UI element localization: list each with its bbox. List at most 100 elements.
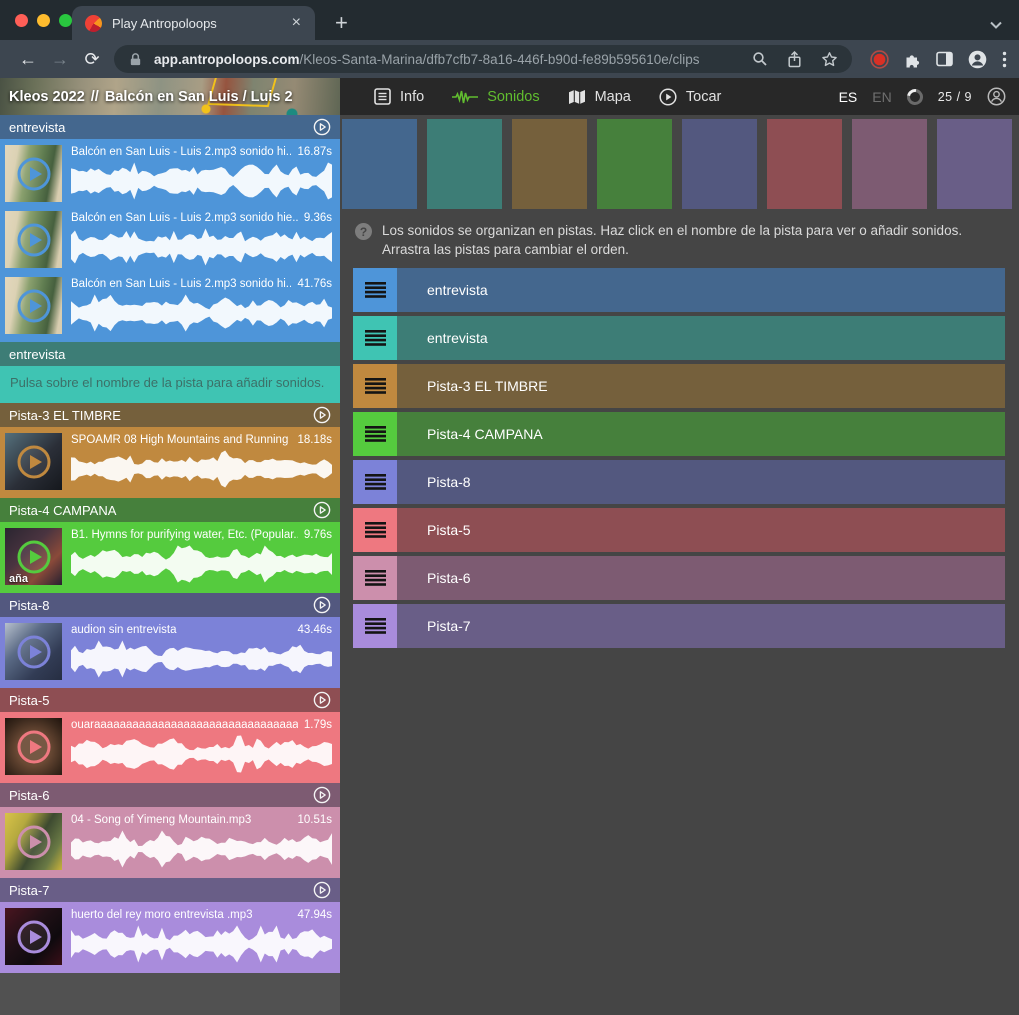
play-clip-icon[interactable] xyxy=(17,223,51,257)
minimize-window-button[interactable] xyxy=(37,14,50,27)
waveform[interactable] xyxy=(71,640,332,678)
play-track-icon[interactable] xyxy=(313,406,331,424)
track-row-7[interactable]: Pista-7 xyxy=(353,604,1005,648)
track-row-5[interactable]: Pista-5 xyxy=(353,508,1005,552)
map-thumbnail-banner[interactable]: Kleos 2022//Balcón en San Luis / Luis 2 xyxy=(0,78,340,115)
tab-mapa[interactable]: Mapa xyxy=(568,89,631,105)
clip-thumbnail[interactable] xyxy=(5,145,62,202)
clip[interactable]: Balcón en San Luis - Luis 2.mp3 sonido h… xyxy=(0,273,340,339)
waveform[interactable] xyxy=(71,735,332,773)
drag-handle[interactable] xyxy=(353,412,397,456)
clip-thumbnail[interactable]: aña xyxy=(5,528,62,585)
clip-thumbnail[interactable] xyxy=(5,277,62,334)
clip-thumbnail[interactable] xyxy=(5,211,62,268)
play-track-icon[interactable] xyxy=(313,881,331,899)
track-header-3[interactable]: Pista-4 CAMPANA xyxy=(0,498,340,522)
waveform[interactable] xyxy=(71,228,332,266)
waveform[interactable] xyxy=(71,925,332,963)
clip-thumbnail[interactable] xyxy=(5,908,62,965)
drag-handle[interactable] xyxy=(353,508,397,552)
waveform[interactable] xyxy=(71,830,332,868)
tab-close-icon[interactable]: × xyxy=(288,15,305,31)
drag-handle[interactable] xyxy=(353,316,397,360)
browser-menu-icon[interactable] xyxy=(1002,51,1007,68)
tab-info[interactable]: Info xyxy=(374,88,424,105)
reload-button[interactable]: ⟳ xyxy=(76,48,108,70)
clip[interactable]: ouaraaaaaaaaaaaaaaaaaaaaaaaaaaaaaaaaaaaa… xyxy=(0,714,340,780)
track-row-1[interactable]: entrevista xyxy=(353,316,1005,360)
track-row-2[interactable]: Pista-3 EL TIMBRE xyxy=(353,364,1005,408)
track-header-5[interactable]: Pista-5 xyxy=(0,688,340,712)
profile-avatar-icon[interactable] xyxy=(968,50,987,69)
play-track-icon[interactable] xyxy=(313,786,331,804)
track-swatch-7[interactable] xyxy=(937,119,1012,209)
track-swatch-3[interactable] xyxy=(597,119,672,209)
track-swatch-5[interactable] xyxy=(767,119,842,209)
clip[interactable]: aña B1. Hymns for purifying water, Etc. … xyxy=(0,524,340,590)
track-header-4[interactable]: Pista-8 xyxy=(0,593,340,617)
track-row-3[interactable]: Pista-4 CAMPANA xyxy=(353,412,1005,456)
play-track-icon[interactable] xyxy=(313,501,331,519)
clip[interactable]: SPOAMR 08 High Mountains and Running ...… xyxy=(0,429,340,495)
zoom-page-icon[interactable] xyxy=(752,51,768,67)
track-swatch-6[interactable] xyxy=(852,119,927,209)
play-clip-icon[interactable] xyxy=(17,635,51,669)
track-swatch-1[interactable] xyxy=(427,119,502,209)
account-icon[interactable] xyxy=(987,87,1006,106)
share-icon[interactable] xyxy=(787,51,802,68)
drag-handle[interactable] xyxy=(353,364,397,408)
clip[interactable]: Balcón en San Luis - Luis 2.mp3 sonido h… xyxy=(0,207,340,273)
play-clip-icon[interactable] xyxy=(17,289,51,323)
track-row-0[interactable]: entrevista xyxy=(353,268,1005,312)
track-swatch-0[interactable] xyxy=(342,119,417,209)
track-header-0[interactable]: entrevista xyxy=(0,115,340,139)
play-clip-icon[interactable] xyxy=(17,540,51,574)
side-panel-icon[interactable] xyxy=(936,51,953,67)
track-header-7[interactable]: Pista-7 xyxy=(0,878,340,902)
track-header-6[interactable]: Pista-6 xyxy=(0,783,340,807)
maximize-window-button[interactable] xyxy=(59,14,72,27)
tab-tocar[interactable]: Tocar xyxy=(659,88,721,106)
lang-es-button[interactable]: ES xyxy=(839,89,858,105)
forward-button[interactable]: → xyxy=(44,48,76,70)
play-track-icon[interactable] xyxy=(313,596,331,614)
track-header-2[interactable]: Pista-3 EL TIMBRE xyxy=(0,403,340,427)
bookmark-star-icon[interactable] xyxy=(821,51,838,67)
clip-thumbnail[interactable] xyxy=(5,718,62,775)
tab-sonidos[interactable]: Sonidos xyxy=(452,89,539,105)
new-tab-button[interactable]: + xyxy=(335,13,348,33)
play-clip-icon[interactable] xyxy=(17,825,51,859)
waveform[interactable] xyxy=(71,450,332,488)
clip-thumbnail[interactable] xyxy=(5,623,62,680)
play-clip-icon[interactable] xyxy=(17,445,51,479)
help-question-icon[interactable]: ? xyxy=(355,223,372,240)
clip-thumbnail[interactable] xyxy=(5,813,62,870)
waveform[interactable] xyxy=(71,162,332,200)
close-window-button[interactable] xyxy=(15,14,28,27)
waveform[interactable] xyxy=(71,545,332,583)
clip[interactable]: audion sin entrevista 43.46s xyxy=(0,619,340,685)
extensions-puzzle-icon[interactable] xyxy=(904,51,921,68)
clip[interactable]: huerto del rey moro entrevista .mp3 47.9… xyxy=(0,904,340,970)
play-clip-icon[interactable] xyxy=(17,157,51,191)
record-extension-icon[interactable] xyxy=(870,50,889,69)
play-track-icon[interactable] xyxy=(313,691,331,709)
track-row-6[interactable]: Pista-6 xyxy=(353,556,1005,600)
waveform[interactable] xyxy=(71,294,332,332)
track-swatch-2[interactable] xyxy=(512,119,587,209)
drag-handle[interactable] xyxy=(353,460,397,504)
clip[interactable]: Balcón en San Luis - Luis 2.mp3 sonido h… xyxy=(0,141,340,207)
tab-search-chevron-icon[interactable] xyxy=(989,20,1003,30)
track-swatch-4[interactable] xyxy=(682,119,757,209)
clip-thumbnail[interactable] xyxy=(5,433,62,490)
drag-handle[interactable] xyxy=(353,556,397,600)
play-clip-icon[interactable] xyxy=(17,920,51,954)
lang-en-button[interactable]: EN xyxy=(872,89,891,105)
back-button[interactable]: ← xyxy=(12,48,44,70)
drag-handle[interactable] xyxy=(353,604,397,648)
play-clip-icon[interactable] xyxy=(17,730,51,764)
track-row-4[interactable]: Pista-8 xyxy=(353,460,1005,504)
track-header-1[interactable]: entrevista xyxy=(0,342,340,366)
clip[interactable]: 04 - Song of Yimeng Mountain.mp3 10.51s xyxy=(0,809,340,875)
url-bar[interactable]: app.antropoloops.com/Kleos-Santa-Marina/… xyxy=(114,45,852,73)
